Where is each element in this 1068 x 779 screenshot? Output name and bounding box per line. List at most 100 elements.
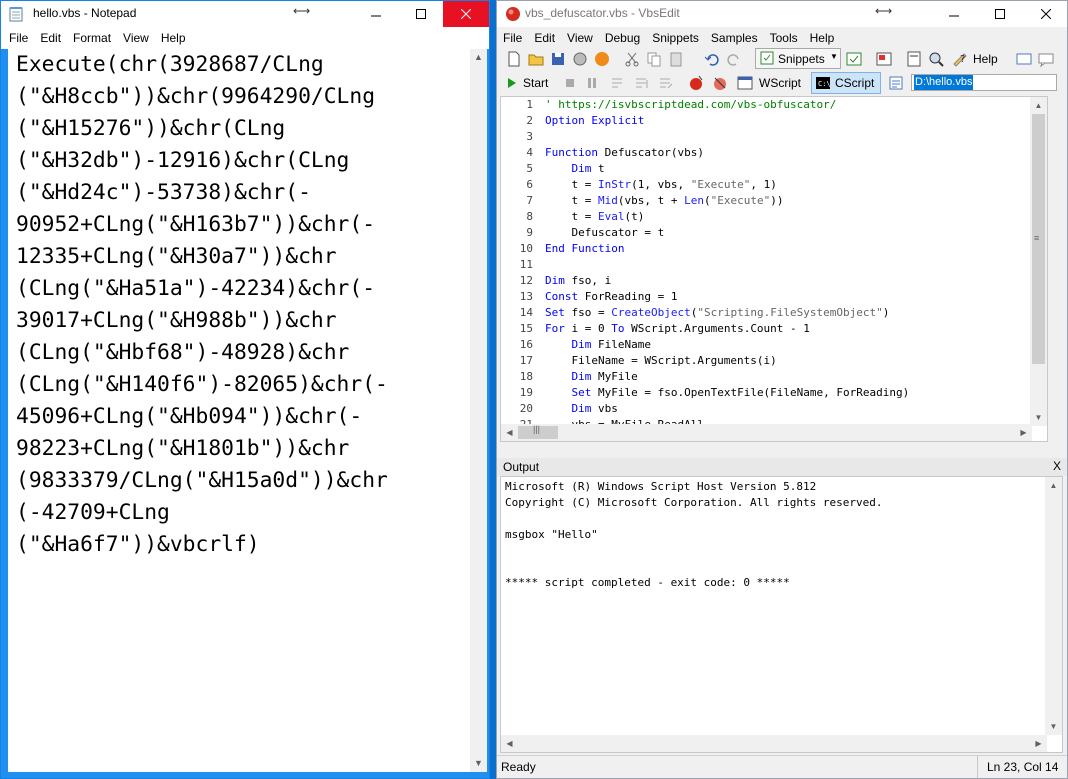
open-folder-icon[interactable] xyxy=(527,50,545,68)
pause-icon[interactable] xyxy=(583,74,601,92)
menu-snippets[interactable]: Snippets xyxy=(646,27,705,45)
menu-format[interactable]: Format xyxy=(67,27,117,45)
code-line: t = InStr(1, vbs, "Execute", 1) xyxy=(545,178,777,191)
copy-icon[interactable] xyxy=(645,50,663,68)
redo-icon[interactable] xyxy=(725,50,743,68)
step-out-icon[interactable] xyxy=(657,74,675,92)
code-line: Dim FileName xyxy=(571,338,651,351)
print-preview-icon[interactable] xyxy=(905,50,923,68)
status-bar: Ready Ln 23, Col 14 xyxy=(497,755,1067,778)
menu-tools[interactable]: Tools xyxy=(764,27,804,45)
menu-file[interactable]: File xyxy=(497,27,528,45)
menu-view[interactable]: View xyxy=(561,27,599,45)
menu-samples[interactable]: Samples xyxy=(705,27,764,45)
notepad-minimize-button[interactable] xyxy=(353,1,399,27)
notepad-line: (CLng("&Ha51a")-42234)&chr(- xyxy=(16,276,376,301)
notepad-maximize-button[interactable] xyxy=(398,1,444,27)
code-line: Dim t xyxy=(571,162,605,175)
line-number: 18 xyxy=(519,370,533,383)
line-number-gutter: 12345678910111213141516171819202122 xyxy=(501,97,539,441)
menu-help[interactable]: Help xyxy=(155,27,192,45)
vbsedit-menubar: File Edit View Debug Snippets Samples Tools Hel… xyxy=(497,27,1067,49)
menu-debug[interactable]: Debug xyxy=(599,27,646,45)
save-icon[interactable] xyxy=(549,50,567,68)
notepad-line: 12335+CLng("&H30a7"))&chr xyxy=(16,244,337,269)
scroll-up-arrow-icon[interactable]: ▲ xyxy=(470,49,487,66)
minimize-icon xyxy=(949,15,959,17)
print-icon[interactable] xyxy=(571,50,589,68)
scroll-left-arrow-icon[interactable]: ◀ xyxy=(501,424,518,441)
stop-icon[interactable] xyxy=(561,74,579,92)
minimize-icon xyxy=(371,15,381,17)
new-file-icon[interactable] xyxy=(505,50,523,68)
scroll-left-arrow-icon[interactable]: ◀ xyxy=(501,735,518,752)
hscroll-thumb[interactable]: ||| xyxy=(518,424,558,439)
output-horizontal-scrollbar[interactable]: ◀ ▶ xyxy=(501,735,1047,752)
vbsedit-maximize-button[interactable] xyxy=(977,1,1023,27)
add-snippet-icon[interactable] xyxy=(845,50,863,68)
output-panel[interactable]: Microsoft (R) Windows Script Host Versio… xyxy=(500,476,1063,753)
scroll-down-arrow-icon[interactable]: ▼ xyxy=(1030,409,1047,426)
undo-icon[interactable] xyxy=(703,50,721,68)
notepad-text-area[interactable]: Execute(chr(3928687/CLng ("&H8ccb"))&chr(… xyxy=(8,49,470,772)
notepad-close-button[interactable] xyxy=(443,1,489,27)
wscript-button[interactable]: WScript xyxy=(735,73,807,93)
code-horizontal-scrollbar[interactable]: ◀ ||| ▶ xyxy=(501,424,1032,441)
cut-icon[interactable] xyxy=(623,50,641,68)
move-icon: ⟷ xyxy=(293,4,311,18)
svg-text:?: ? xyxy=(960,54,965,65)
find-icon[interactable] xyxy=(927,50,945,68)
breakpoint-icon[interactable] xyxy=(687,74,705,92)
help-icon[interactable]: ? xyxy=(951,50,969,68)
scroll-up-arrow-icon[interactable]: ▲ xyxy=(1045,477,1062,494)
options-icon[interactable] xyxy=(887,74,905,92)
line-number: 4 xyxy=(526,146,533,159)
start-button[interactable]: Start xyxy=(503,73,555,93)
output-close-button[interactable]: X xyxy=(1053,459,1061,473)
scroll-down-arrow-icon[interactable]: ▼ xyxy=(1045,718,1062,735)
code-line: ' https://isvbscriptdead.com/vbs-obfusca… xyxy=(545,98,837,111)
help-label[interactable]: Help xyxy=(973,52,998,66)
cscript-button[interactable]: C:\ CScript xyxy=(811,72,881,94)
maximize-icon xyxy=(416,9,426,19)
code-line: t = Mid(vbs, t + Len("Execute")) xyxy=(545,194,784,207)
menu-file[interactable]: File xyxy=(1,27,34,45)
output-vertical-scrollbar[interactable]: ▲ ▼ xyxy=(1045,477,1062,735)
scroll-right-arrow-icon[interactable]: ▶ xyxy=(1015,424,1032,441)
output-title: Output xyxy=(503,460,540,474)
step-over-icon[interactable] xyxy=(633,74,651,92)
scroll-down-arrow-icon[interactable]: ▼ xyxy=(470,755,487,772)
notepad-vertical-scrollbar[interactable]: ▲ ▼ xyxy=(470,49,487,772)
vbsedit-close-button[interactable] xyxy=(1023,1,1067,27)
line-number: 1 xyxy=(526,98,533,111)
vbsedit-minimize-button[interactable] xyxy=(931,1,977,27)
notepad-line: (9833379/CLng("&H15a0d"))&chr xyxy=(16,468,388,493)
step-into-icon[interactable] xyxy=(609,74,627,92)
code-line: Dim MyFile xyxy=(571,370,638,383)
menu-edit[interactable]: Edit xyxy=(34,27,67,45)
window-icon[interactable] xyxy=(1015,50,1033,68)
menu-help[interactable]: Help xyxy=(804,27,841,45)
scroll-up-arrow-icon[interactable]: ▲ xyxy=(1030,97,1047,114)
move-icon: ⟷ xyxy=(875,4,893,18)
vbsedit-titlebar[interactable]: vbs_defuscator.vbs - VbsEdit ⟷ xyxy=(497,1,1067,27)
cscript-label: CScript xyxy=(835,76,875,90)
code-editor[interactable]: 12345678910111213141516171819202122 ' ht… xyxy=(500,96,1048,442)
snippets-dropdown[interactable]: Snippets ▼ xyxy=(755,48,841,69)
code-vertical-scrollbar[interactable]: ▲ ≡ ▼ xyxy=(1030,97,1047,426)
object-browser-icon[interactable] xyxy=(875,50,893,68)
scroll-right-arrow-icon[interactable]: ▶ xyxy=(1030,735,1047,752)
notepad-icon xyxy=(9,7,23,22)
code-line: Defuscator = t xyxy=(545,226,665,239)
notepad-line: Execute(chr(3928687/CLng xyxy=(16,52,324,77)
console-icon: C:\ xyxy=(816,77,831,89)
menu-view[interactable]: View xyxy=(117,27,155,45)
paste-icon[interactable] xyxy=(667,50,685,68)
menu-edit[interactable]: Edit xyxy=(528,27,561,45)
notepad-titlebar[interactable]: hello.vbs - Notepad ⟷ xyxy=(1,1,489,27)
arguments-input[interactable]: D:\hello.vbs xyxy=(911,74,1057,91)
clear-breakpoints-icon[interactable] xyxy=(711,74,729,92)
record-icon[interactable] xyxy=(593,50,611,68)
output-line: ***** script completed - exit code: 0 **… xyxy=(505,576,790,589)
comment-icon[interactable] xyxy=(1037,50,1055,68)
